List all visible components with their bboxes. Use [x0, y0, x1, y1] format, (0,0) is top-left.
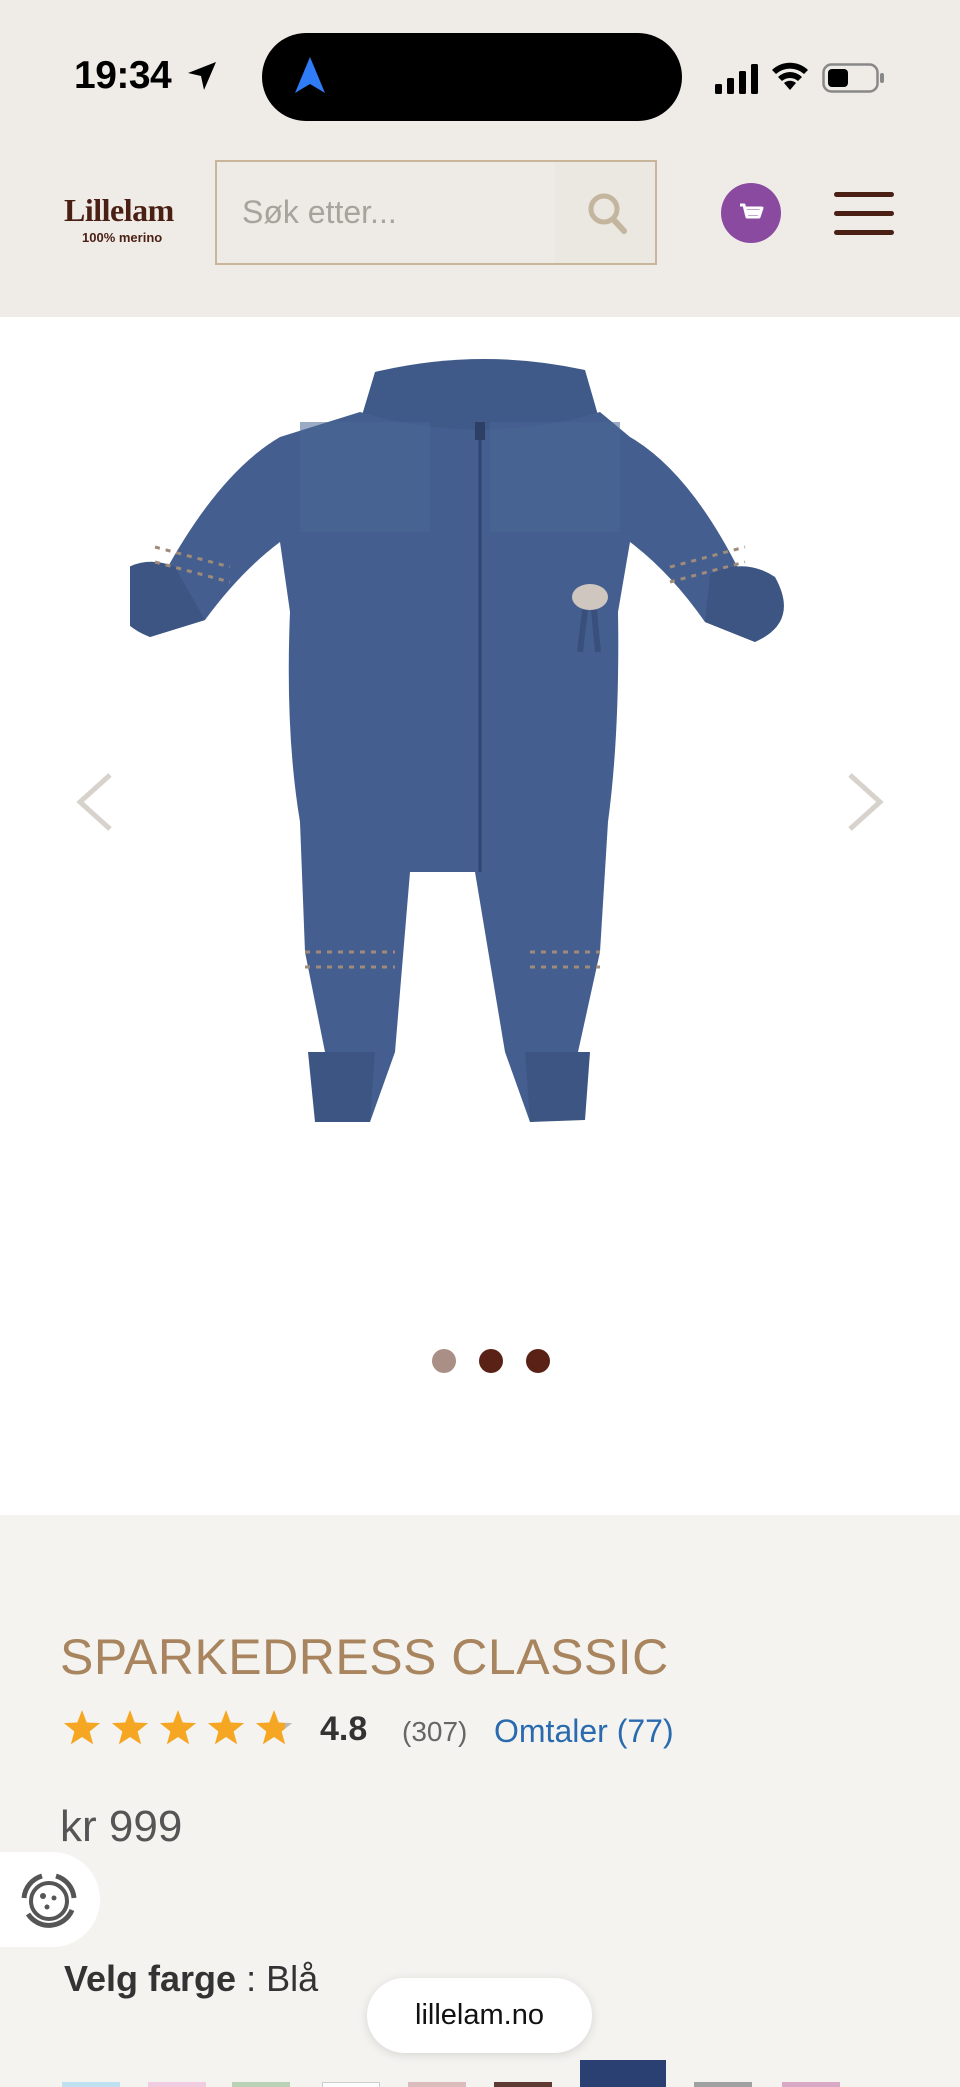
star-icon	[207, 1710, 245, 1745]
menu-line	[834, 230, 894, 235]
cart-icon	[740, 203, 764, 219]
battery-icon	[822, 63, 884, 93]
color-swatch[interactable]	[408, 2082, 466, 2087]
cookie-settings-button[interactable]	[0, 1852, 100, 1947]
reviews-link[interactable]: Omtaler (77)	[494, 1713, 674, 1750]
color-swatch[interactable]	[148, 2082, 206, 2087]
color-swatch-selected[interactable]	[580, 2060, 666, 2087]
menu-line	[834, 192, 894, 197]
hamburger-menu-button[interactable]	[834, 190, 894, 236]
wifi-icon	[772, 62, 808, 90]
gallery-dot[interactable]	[479, 1349, 503, 1373]
star-icon	[255, 1710, 293, 1745]
color-label-text: Velg farge	[64, 1958, 237, 1999]
color-swatch[interactable]	[232, 2082, 290, 2087]
search-box	[215, 160, 657, 265]
product-image[interactable]	[130, 352, 830, 1262]
rating-stars	[63, 1710, 293, 1745]
lillelam-logo[interactable]: Lillelam 100% merino	[64, 192, 184, 252]
gallery-dot[interactable]	[526, 1349, 550, 1373]
product-gallery	[0, 317, 960, 1515]
logo-subtitle: 100% merino	[82, 230, 163, 245]
status-time: 19:34	[74, 54, 172, 97]
star-icon	[159, 1710, 197, 1745]
color-value: : Blå	[236, 1958, 319, 1999]
gallery-dot[interactable]	[432, 1349, 456, 1373]
search-button[interactable]	[555, 162, 655, 263]
product-title: SPARKEDRESS CLASSIC	[60, 1629, 669, 1685]
star-icon	[111, 1710, 149, 1745]
rating-value: 4.8	[320, 1710, 368, 1748]
cellular-signal-icon	[715, 64, 758, 94]
color-swatches	[0, 2060, 960, 2087]
gallery-pagination	[0, 1349, 960, 1375]
gallery-prev-arrow-icon[interactable]	[70, 767, 120, 837]
menu-line	[834, 211, 894, 216]
browser-url-bar[interactable]: lillelam.no	[367, 1978, 592, 2053]
cookie-icon	[21, 1873, 77, 1928]
color-swatch[interactable]	[62, 2082, 120, 2087]
product-price: kr 999	[60, 1802, 183, 1851]
dynamic-island	[262, 33, 682, 121]
star-icon	[63, 1710, 101, 1745]
cart-button[interactable]	[721, 183, 781, 243]
gallery-next-arrow-icon[interactable]	[840, 767, 890, 837]
color-swatch[interactable]	[782, 2082, 840, 2087]
search-input[interactable]	[217, 162, 555, 263]
color-swatch[interactable]	[494, 2082, 552, 2087]
site-header: 19:34 Lillelam 100% merino	[0, 0, 960, 317]
rating-count: (307)	[402, 1716, 468, 1747]
color-swatch[interactable]	[322, 2082, 380, 2087]
color-swatch[interactable]	[694, 2082, 752, 2087]
logo-name: Lillelam	[64, 192, 174, 228]
location-arrow-icon	[188, 62, 216, 90]
navigation-arrow-icon	[295, 57, 325, 93]
search-icon	[588, 193, 627, 234]
color-selector-label: Velg farge : Blå	[64, 1958, 318, 2000]
